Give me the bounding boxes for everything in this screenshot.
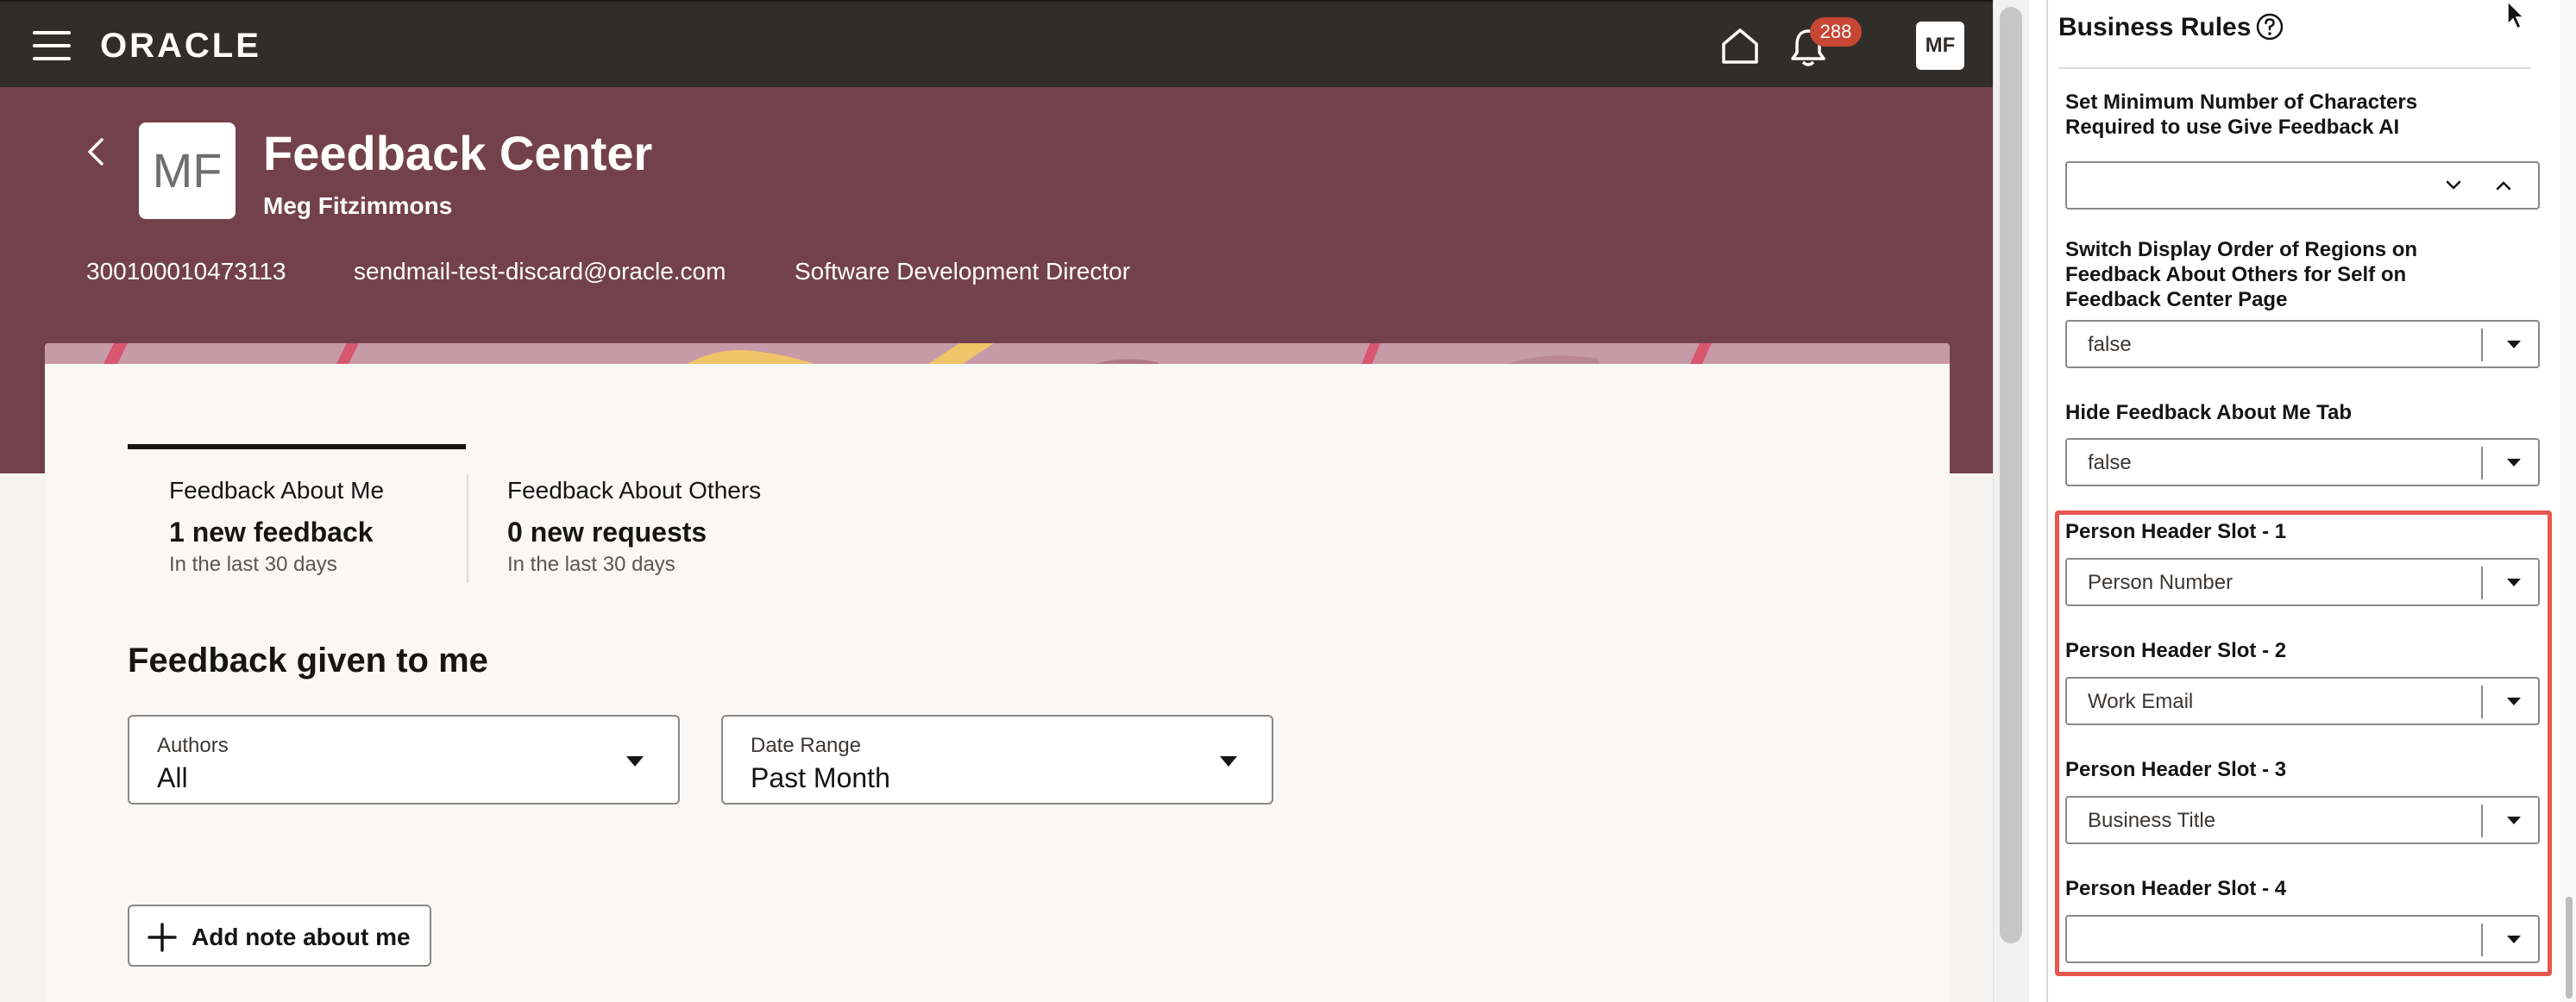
main-scrollbar-thumb[interactable]: [2000, 7, 2022, 943]
select-separator: [2481, 447, 2483, 479]
date-range-label: Date Range: [751, 734, 862, 757]
chevron-down-icon[interactable]: [2443, 175, 2464, 196]
min-characters-input[interactable]: [2065, 161, 2540, 210]
highlight-annotation: [2055, 510, 2552, 976]
work-email: sendmail-test-discard@oracle.com: [354, 258, 726, 285]
authors-value: All: [157, 762, 188, 793]
business-rules-panel: Business Rules Set Minimum Number of Cha…: [2048, 0, 2576, 1002]
panel-divider: [2058, 67, 2531, 69]
authors-label: Authors: [157, 734, 229, 757]
page-title: Feedback Center: [263, 126, 653, 180]
rule-label-hide-tab: Hide Feedback About Me Tab: [2065, 401, 2353, 424]
person-name: Meg Fitzimmons: [263, 192, 453, 219]
caret-down-icon: [1220, 756, 1237, 767]
rule-label-min-characters: Set Minimum Number of Characters Require…: [2065, 91, 2418, 139]
caret-down-icon: [626, 756, 644, 767]
panel-scrollbar-thumb[interactable]: [2566, 897, 2573, 999]
hide-tab-select[interactable]: false: [2065, 438, 2540, 486]
caret-down-icon[interactable]: [2507, 341, 2521, 348]
tab-label: Feedback About Others: [507, 477, 762, 504]
rule-value: false: [2088, 451, 2132, 474]
business-title: Software Development Director: [795, 258, 1131, 285]
app-window: ORACLE 288 MF MF Feedback Center Meg Fit…: [0, 0, 2576, 1002]
feedback-center-page: ORACLE 288 MF MF Feedback Center Meg Fit…: [0, 0, 1993, 1002]
global-header: ORACLE 288 MF: [0, 0, 1993, 87]
home-icon[interactable]: [1720, 27, 1760, 65]
back-icon[interactable]: [83, 135, 109, 169]
display-order-select[interactable]: false: [2065, 320, 2540, 368]
tab-feedback-about-others[interactable]: Feedback About Others 0 new requests In …: [469, 447, 832, 585]
date-range-select[interactable]: Date Range Past Month: [721, 715, 1273, 805]
person-avatar: MF: [139, 122, 236, 219]
caret-down-icon[interactable]: [2507, 459, 2521, 467]
tab-subtext: In the last 30 days: [169, 553, 337, 576]
select-separator: [2481, 329, 2483, 361]
tab-subtext: In the last 30 days: [507, 553, 675, 576]
help-icon[interactable]: [2255, 12, 2284, 41]
user-avatar[interactable]: MF: [1916, 22, 1964, 70]
tab-feedback-about-me[interactable]: Feedback About Me 1 new feedback In the …: [128, 447, 466, 585]
authors-select[interactable]: Authors All: [128, 715, 680, 805]
tab-count: 0 new requests: [507, 517, 707, 548]
tab-divider: [467, 474, 468, 583]
oracle-logo[interactable]: ORACLE: [100, 26, 261, 66]
rule-value: false: [2088, 333, 2132, 356]
section-title: Feedback given to me: [128, 642, 488, 679]
rule-label-display-order: Switch Display Order of Regions on Feedb…: [2065, 238, 2418, 311]
date-range-value: Past Month: [751, 762, 890, 793]
panel-title: Business Rules: [2058, 13, 2252, 41]
chevron-up-icon[interactable]: [2493, 175, 2514, 196]
tab-count: 1 new feedback: [169, 517, 374, 548]
mouse-cursor-icon: [2507, 0, 2525, 30]
add-note-label: Add note about me: [192, 924, 411, 950]
panel-scrollbar[interactable]: [2560, 0, 2576, 1002]
menu-icon[interactable]: [33, 31, 71, 60]
notification-badge[interactable]: 288: [1810, 17, 1862, 47]
tab-label: Feedback About Me: [169, 477, 385, 504]
panel-gutter: [2029, 0, 2046, 1002]
person-number: 300100010473113: [86, 258, 286, 285]
plus-icon: [148, 923, 177, 952]
add-note-button[interactable]: Add note about me: [128, 905, 431, 967]
